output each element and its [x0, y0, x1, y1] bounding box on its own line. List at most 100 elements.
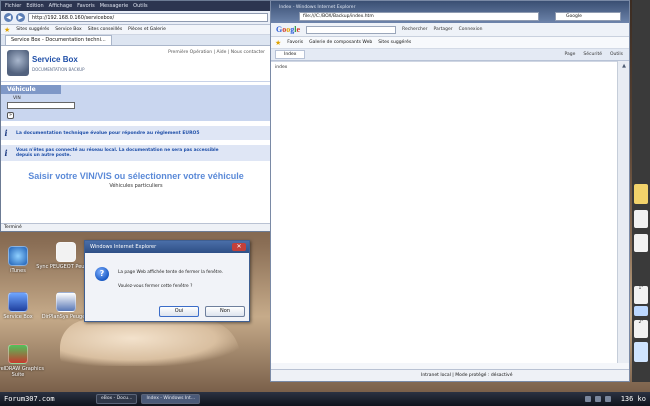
itunes-icon [8, 246, 28, 266]
toolbar-partager[interactable]: Partager [434, 27, 453, 32]
menu-fichier[interactable]: Fichier [5, 3, 21, 9]
task-index-ie[interactable]: Index - Windows Int... [141, 394, 201, 404]
tab-row: Service Box - Documentation techni... [1, 35, 271, 46]
gadget-clock[interactable] [634, 234, 648, 252]
content-text: index [275, 65, 288, 70]
vehicle-panel: Véhicule VIN » [1, 85, 271, 121]
vehicles-link[interactable]: Véhicules particuliers [1, 183, 271, 189]
info-icon: i [4, 148, 8, 158]
left-browser-window: Fichier Edition Affichage Favoris Messag… [0, 0, 272, 232]
tools-menu[interactable]: Outils [610, 52, 623, 57]
search-input[interactable]: Google [555, 12, 621, 21]
favorites-star-icon[interactable]: ★ [275, 39, 281, 47]
menu-messagerie[interactable]: Messagerie [100, 3, 128, 9]
window-title: Index - Windows Internet Explorer [279, 5, 356, 10]
scroll-up-icon[interactable]: ▲ [618, 61, 629, 71]
dialog-message: La page Web affichée tente de fermer la … [118, 270, 224, 275]
address-row: ◀ ▶ http://192.168.0.160/servicebox/ [1, 11, 271, 25]
menu-edition[interactable]: Edition [26, 3, 43, 9]
yes-button[interactable]: Oui [159, 306, 199, 317]
google-search-input[interactable] [306, 25, 397, 34]
sidebar-gadgets: 1° 2° [632, 0, 650, 382]
security-menu[interactable]: Sécurité [583, 52, 602, 57]
menu-affichage[interactable]: Affichage [49, 3, 73, 9]
info-text: La documentation technique évolue pour r… [16, 130, 200, 136]
tab-index[interactable]: Index [275, 50, 306, 59]
service-box-icon [8, 292, 28, 312]
select-vehicle-heading: Saisir votre VIN/VIS ou sélectionner vot… [28, 171, 244, 181]
desktop-icon-coreldraw[interactable]: CorelDRAW Graphics Suite [0, 344, 48, 378]
security-zone: Intranet local | Mode protégé : désactiv… [421, 373, 513, 378]
forward-icon[interactable]: ▶ [16, 13, 25, 22]
info-line-2: depuis un autre poste. [16, 153, 71, 158]
fav-item[interactable]: Sites suggérés [16, 27, 49, 32]
google-toolbar: Google Rechercher Partager Connexion [271, 23, 629, 37]
dialog-question: Voulez-vous fermer cette fenêtre ? [118, 284, 193, 289]
fav-item[interactable]: Service Box [55, 27, 81, 32]
icon-label: CorelDRAW Graphics Suite [0, 366, 44, 378]
favorites-bar: ★ Sites suggérés Service Box Sites conse… [1, 25, 271, 35]
system-tray: 136 ko [584, 395, 650, 403]
page-content: index [271, 61, 617, 363]
command-bar: Page Sécurité Outils [564, 52, 629, 57]
info-network: i Vous n'êtes pas connecté au réseau loc… [1, 145, 271, 161]
question-icon: ? [95, 267, 109, 281]
tab-row: Index Page Sécurité Outils [271, 49, 629, 61]
favorites-button[interactable]: Favoris [287, 40, 303, 45]
tray-volume-icon[interactable] [594, 396, 601, 402]
address-bar[interactable]: file:///C:/BOX/Backup/index.htm [299, 12, 539, 21]
dialog-title: Windows Internet Explorer ✕ [85, 241, 249, 253]
gadget-calendar[interactable] [634, 210, 648, 228]
toolbar-rechercher[interactable]: Rechercher [402, 27, 427, 32]
vin-label: VIN [13, 96, 21, 101]
vehicle-title: Véhicule [1, 85, 61, 94]
top-links[interactable]: Première Opération | Aide | Nous contact… [168, 50, 265, 55]
tray-network-icon[interactable] [584, 396, 591, 402]
gadget-weather[interactable]: 1° [634, 286, 648, 304]
title-bar: Index - Windows Internet Explorer file:/… [271, 1, 629, 23]
brand-subtitle: DOCUMENTATION BACKUP [32, 67, 85, 72]
right-browser-window: Index - Windows Internet Explorer file:/… [270, 0, 630, 382]
google-logo: Google [276, 25, 301, 34]
fav-item[interactable]: Sites conseillés [88, 27, 122, 32]
status-bar: Terminé [1, 223, 271, 231]
fav-item[interactable]: Pièces et Galerie [128, 27, 166, 32]
service-box-header: Service Box DOCUMENTATION BACKUP Premièr… [1, 46, 271, 82]
favorites-bar: ★ Favoris Galerie de composants Web Site… [271, 37, 629, 49]
dirplansys-icon [56, 292, 76, 312]
back-icon[interactable]: ◀ [4, 13, 13, 22]
tray-security-icon[interactable] [604, 396, 611, 402]
gadget-slideshow[interactable] [634, 306, 648, 316]
close-window-dialog: Windows Internet Explorer ✕ ? La page We… [84, 240, 250, 322]
vin-input[interactable] [7, 102, 75, 109]
file-size-counter: 136 ko [620, 395, 646, 403]
favorites-star-icon[interactable]: ★ [4, 26, 10, 34]
vin-submit-button[interactable]: » [7, 112, 14, 119]
gadget-weather-2[interactable]: 2° [634, 320, 648, 338]
address-bar[interactable]: http://192.168.0.160/servicebox/ [28, 13, 268, 22]
peugeot-logo [7, 50, 29, 76]
vertical-scrollbar[interactable]: ▲ [617, 61, 629, 363]
brand-title: Service Box [32, 55, 78, 64]
menu-favoris[interactable]: Favoris [77, 3, 95, 9]
taskbar: Forum307.com eBox - Docu... Index - Wind… [0, 392, 650, 406]
gadget-note[interactable] [634, 184, 648, 204]
fav-item[interactable]: Sites suggérés [378, 40, 411, 45]
toolbar-connexion[interactable]: Connexion [459, 27, 483, 32]
no-button[interactable]: Non [205, 306, 245, 317]
page-menu[interactable]: Page [564, 52, 575, 57]
gadget-feed[interactable] [634, 342, 648, 362]
menu-bar: Fichier Edition Affichage Favoris Messag… [1, 1, 271, 11]
icon-label: Service Box [3, 314, 33, 320]
info-text: Vous n'êtes pas connecté au réseau local… [11, 148, 219, 158]
close-icon[interactable]: ✕ [232, 243, 246, 251]
coreldraw-icon [8, 344, 28, 364]
sync-icon [56, 242, 76, 262]
icon-label: iTunes [10, 268, 26, 274]
menu-outils[interactable]: Outils [133, 3, 147, 9]
tab-service-box[interactable]: Service Box - Documentation techni... [5, 35, 112, 45]
task-service-box[interactable]: eBox - Docu... [96, 394, 138, 404]
info-icon: i [4, 128, 8, 138]
fav-item[interactable]: Galerie de composants Web [309, 40, 372, 45]
dialog-title-text: Windows Internet Explorer [90, 244, 157, 250]
